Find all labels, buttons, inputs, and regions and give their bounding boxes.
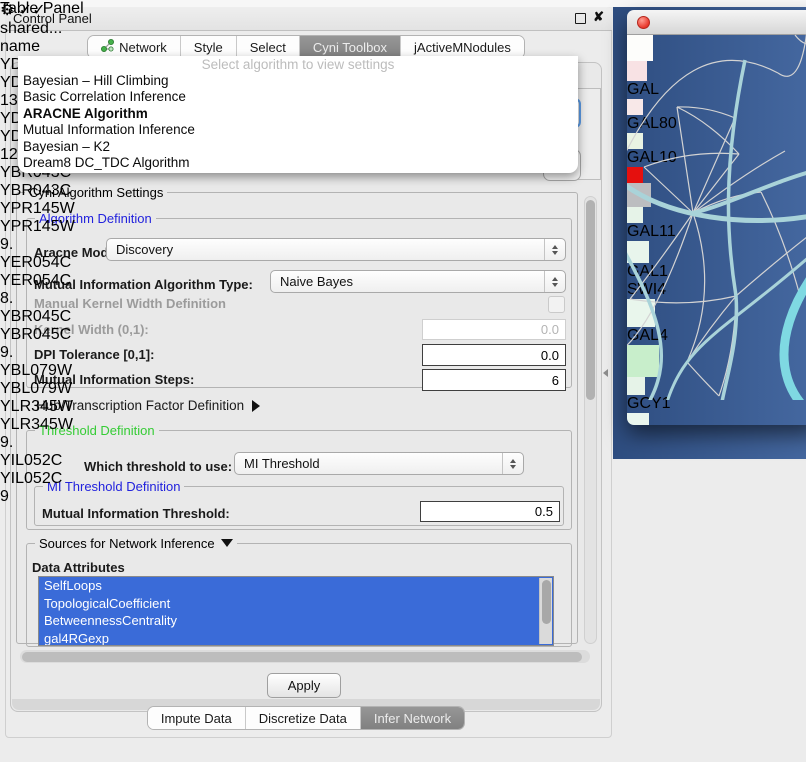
sources-group-title[interactable]: Sources for Network Inference xyxy=(35,536,237,551)
combo-stepper-icon xyxy=(502,453,523,474)
tab-discretize-data[interactable]: Discretize Data xyxy=(245,707,360,729)
hidden-groupbox-fragment xyxy=(578,88,601,180)
network-edges xyxy=(627,10,806,400)
data-attributes-label: Data Attributes xyxy=(32,560,125,575)
network-view-window: GALGAL80GAL10GAL11GAL1SWI4GAL4GCY1HAP4YH… xyxy=(627,10,806,425)
top-strip xyxy=(0,0,806,7)
algorithm-dropdown-popup: Select algorithm to view settings Bayesi… xyxy=(18,56,578,173)
table-cell: YPR145W xyxy=(0,200,78,218)
control-panel-titlebar[interactable]: Control Panel ✘ xyxy=(5,7,612,31)
algorithm-placeholder: Select algorithm to view settings xyxy=(18,56,578,73)
close-icon[interactable]: ✘ xyxy=(593,9,604,25)
manual-kernel-checkbox[interactable] xyxy=(548,296,565,313)
tab-network[interactable]: Network xyxy=(88,36,180,58)
tab-style[interactable]: Style xyxy=(180,36,236,58)
gear-icon[interactable]: ⚙ xyxy=(0,2,14,19)
table-cell: YLR345W xyxy=(0,416,76,434)
mi-type-combobox[interactable]: Naive Bayes xyxy=(270,270,566,293)
list-vertical-scrollbar[interactable] xyxy=(539,578,552,644)
apply-button[interactable]: Apply xyxy=(267,673,341,698)
table-cell: YER054C xyxy=(0,254,78,272)
which-threshold-label: Which threshold to use: xyxy=(84,459,232,474)
scrollbar-thumb[interactable] xyxy=(586,200,595,400)
table-cell: YIL052C xyxy=(0,452,78,470)
tab-network-label: Network xyxy=(119,40,167,55)
algorithm-option[interactable]: Basic Correlation Inference xyxy=(18,89,578,105)
tab-select[interactable]: Select xyxy=(236,36,299,58)
combo-stepper-icon xyxy=(544,239,565,260)
column-header-shared[interactable]: shared... xyxy=(0,20,78,38)
expanded-arrow-icon xyxy=(221,539,233,547)
table-cell: 8. xyxy=(0,290,44,308)
screenshot-root: Control Panel ✘ Network Style Select xyxy=(0,0,806,762)
algorithm-option[interactable]: Dream8 DC_TDC Algorithm xyxy=(18,155,578,171)
table-row[interactable]: YIL052CYIL052C9 xyxy=(0,452,78,506)
data-attribute-item[interactable]: TopologicalCoefficient xyxy=(39,595,553,613)
dpi-tolerance-field[interactable]: 0.0 xyxy=(422,344,566,366)
table-toolbar: ⚙ ✓✓ xyxy=(0,0,78,20)
table-cell: 9. xyxy=(0,236,44,254)
table-row[interactable]: YBR045CYBR045C9. xyxy=(0,308,78,362)
network-node-hap4[interactable] xyxy=(627,413,649,425)
table-cell: 9. xyxy=(0,434,44,452)
table-cell: YBR043C xyxy=(0,182,76,200)
scrollbar-thumb[interactable] xyxy=(22,652,582,662)
scrollbar-thumb[interactable] xyxy=(542,580,551,624)
table-cell: YPR145W xyxy=(0,218,76,236)
settings-vertical-scrollbar[interactable] xyxy=(584,196,597,644)
algorithm-option[interactable]: Bayesian – Hill Climbing xyxy=(18,73,578,89)
table-row[interactable]: YLR345WYLR345W9. xyxy=(0,398,78,452)
table-row[interactable]: YBL079WYBL079W xyxy=(0,362,78,398)
combo-stepper-icon xyxy=(544,271,565,292)
table-row[interactable]: YER054CYER054C8. xyxy=(0,254,78,308)
table-cell: YBL079W xyxy=(0,362,78,380)
collapsed-arrow-icon xyxy=(252,400,260,412)
table-cell: YBL079W xyxy=(0,380,76,398)
which-threshold-combobox[interactable]: MI Threshold xyxy=(234,452,524,475)
table-cell: YER054C xyxy=(0,272,76,290)
network-icon xyxy=(101,39,114,55)
table-cell: YIL052C xyxy=(0,470,76,488)
tab-impute-data[interactable]: Impute Data xyxy=(148,707,245,729)
table-cell: 9 xyxy=(0,488,44,506)
table-row[interactable]: YPR145WYPR145W9. xyxy=(0,200,78,254)
table-header-row: shared... name xyxy=(0,20,78,56)
data-attribute-item[interactable]: SelfLoops xyxy=(39,577,553,595)
data-attribute-item[interactable]: gal4RGexp xyxy=(39,630,553,647)
table-cell: YBR045C xyxy=(0,326,76,344)
data-attributes-list[interactable]: SelfLoopsTopologicalCoefficientBetweenne… xyxy=(38,576,554,646)
data-attribute-item[interactable]: BetweennessCentrality xyxy=(39,612,553,630)
aracne-mode-combobox[interactable]: Discovery xyxy=(106,238,566,261)
mi-threshold-field[interactable]: 0.5 xyxy=(420,501,560,522)
mi-threshold-label: Mutual Information Threshold: xyxy=(42,506,230,521)
panel-splitter-handle[interactable] xyxy=(603,369,608,377)
algorithm-option[interactable]: Bayesian – K2 xyxy=(18,139,578,155)
tab-cyni-toolbox[interactable]: Cyni Toolbox xyxy=(299,36,400,58)
bottom-tab-bar: Impute Data Discretize Data Infer Networ… xyxy=(0,706,612,730)
checked-boxes-icon[interactable]: ✓✓ xyxy=(19,2,46,19)
network-canvas[interactable]: GALGAL80GAL10GAL11GAL1SWI4GAL4GCY1HAP4YH… xyxy=(627,35,806,425)
tab-jactivemnodules[interactable]: jActiveMNodules xyxy=(400,36,524,58)
algorithm-option[interactable]: ARACNE Algorithm xyxy=(18,106,578,122)
table-cell: YLR345W xyxy=(0,398,78,416)
algorithm-option[interactable]: Mutual Information Inference xyxy=(18,122,578,138)
table-cell: 9. xyxy=(0,344,44,362)
settings-horizontal-scrollbar[interactable] xyxy=(20,650,590,663)
tab-infer-network[interactable]: Infer Network xyxy=(360,707,464,729)
column-header-name[interactable]: name xyxy=(0,38,76,56)
mi-steps-field[interactable]: 6 xyxy=(422,369,566,391)
kernel-width-field[interactable]: 0.0 xyxy=(422,319,566,340)
table-cell: YBR045C xyxy=(0,308,78,326)
float-window-icon[interactable] xyxy=(575,13,586,24)
